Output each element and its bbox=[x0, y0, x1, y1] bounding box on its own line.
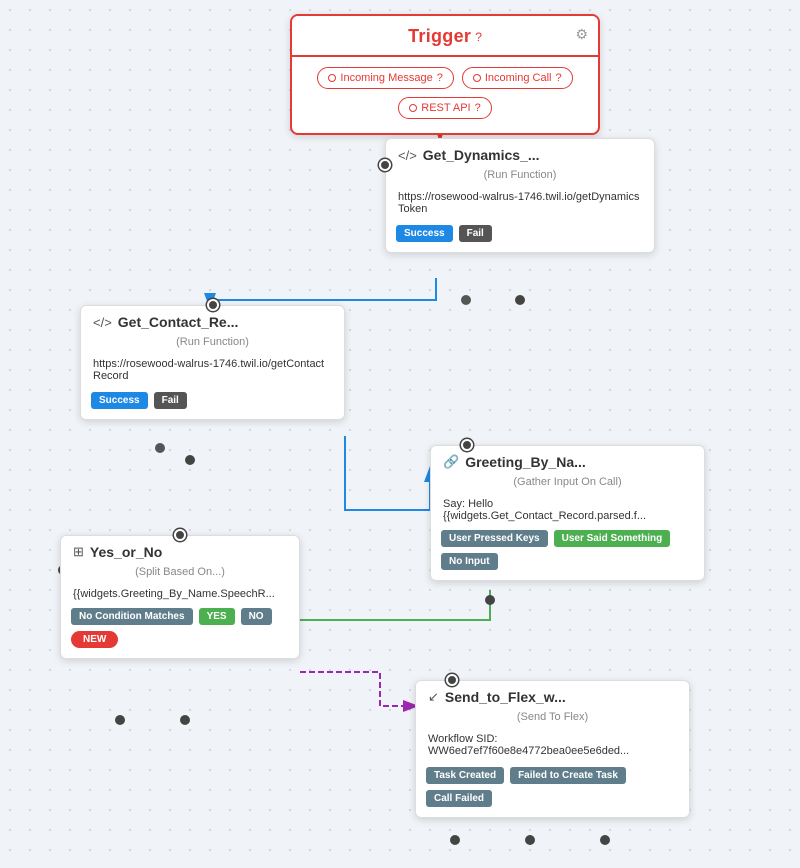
flex-subtitle: (Send To Flex) bbox=[416, 709, 689, 729]
greeting-said-something-badge[interactable]: User Said Something bbox=[554, 530, 671, 547]
trigger-title: Trigger bbox=[408, 26, 471, 47]
greeting-badges: User Pressed Keys User Said Something No… bbox=[431, 530, 704, 580]
greeting-link-icon: 🔗 bbox=[443, 454, 459, 470]
yesno-nocond-badge[interactable]: No Condition Matches bbox=[71, 608, 193, 625]
gear-icon[interactable]: ⚙ bbox=[575, 26, 588, 43]
rest-api-label: REST API bbox=[421, 102, 470, 114]
get-dynamics-title: Get_Dynamics_... bbox=[423, 147, 540, 163]
get-dynamics-node: </> Get_Dynamics_... (Run Function) http… bbox=[385, 138, 655, 253]
get-dynamics-url: https://rosewood-walrus-1746.twil.io/get… bbox=[386, 187, 654, 225]
flex-task-created-badge[interactable]: Task Created bbox=[426, 767, 504, 784]
greeting-say: Say: Hello bbox=[443, 498, 692, 510]
flex-workflow: Workflow SID: WW6ed7ef7f60e8e4772bea0ee5… bbox=[416, 729, 689, 767]
flex-header: ↙ Send_to_Flex_w... bbox=[416, 681, 689, 709]
flex-workflow-label: Workflow SID: bbox=[428, 733, 497, 745]
greeting-no-input-badge[interactable]: No Input bbox=[441, 553, 498, 570]
get-contact-title: Get_Contact_Re... bbox=[118, 314, 239, 330]
rest-api-dot bbox=[409, 104, 417, 112]
get-dynamics-badges: Success Fail bbox=[386, 225, 654, 252]
yesno-split-icon: ⊞ bbox=[73, 544, 84, 560]
get-dynamics-input-dot bbox=[379, 159, 391, 171]
greeting-input-dot bbox=[461, 439, 473, 451]
greeting-content: Say: Hello {{widgets.Get_Contact_Record.… bbox=[431, 494, 704, 530]
flex-title: Send_to_Flex_w... bbox=[445, 689, 566, 705]
get-contact-fail-badge[interactable]: Fail bbox=[154, 392, 187, 409]
greeting-subtitle: (Gather Input On Call) bbox=[431, 474, 704, 494]
yesno-node: ⊞ Yes_or_No (Split Based On...) {{widget… bbox=[60, 535, 300, 659]
yesno-subtitle: (Split Based On...) bbox=[61, 564, 299, 584]
rest-api-btn[interactable]: REST API ? bbox=[398, 97, 491, 119]
flex-call-failed-badge[interactable]: Call Failed bbox=[426, 790, 492, 807]
incoming-message-help: ? bbox=[437, 72, 443, 84]
incoming-call-btn[interactable]: Incoming Call ? bbox=[462, 67, 573, 89]
flex-send-icon: ↙ bbox=[428, 689, 439, 705]
yesno-input-dot bbox=[174, 529, 186, 541]
get-contact-url: https://rosewood-walrus-1746.twil.io/get… bbox=[81, 354, 344, 392]
get-contact-badges: Success Fail bbox=[81, 392, 344, 419]
get-dynamics-fail-badge[interactable]: Fail bbox=[459, 225, 492, 242]
trigger-header: Trigger ? ⚙ bbox=[292, 16, 598, 57]
trigger-node: Trigger ? ⚙ Incoming Message ? Incoming … bbox=[290, 14, 600, 135]
greeting-pressed-keys-badge[interactable]: User Pressed Keys bbox=[441, 530, 548, 547]
yesno-title: Yes_or_No bbox=[90, 544, 162, 560]
rest-api-help: ? bbox=[475, 102, 481, 114]
incoming-message-dot bbox=[328, 74, 336, 82]
greeting-title: Greeting_By_Na... bbox=[465, 454, 586, 470]
greeting-template: {{widgets.Get_Contact_Record.parsed.f... bbox=[443, 510, 692, 522]
incoming-call-label: Incoming Call bbox=[485, 72, 552, 84]
flex-workflow-value: WW6ed7ef7f60e8e4772bea0ee5e6ded... bbox=[428, 745, 629, 757]
get-contact-input-dot bbox=[207, 299, 219, 311]
yesno-new-badge[interactable]: NEW bbox=[71, 631, 118, 648]
get-contact-subtitle: (Run Function) bbox=[81, 334, 344, 354]
flex-input-dot bbox=[446, 674, 458, 686]
get-dynamics-header: </> Get_Dynamics_... bbox=[386, 139, 654, 167]
incoming-message-label: Incoming Message bbox=[340, 72, 432, 84]
yesno-badges: No Condition Matches YES NO NEW bbox=[61, 608, 299, 658]
get-dynamics-success-badge[interactable]: Success bbox=[396, 225, 453, 242]
get-contact-success-badge[interactable]: Success bbox=[91, 392, 148, 409]
get-dynamics-code-icon: </> bbox=[398, 148, 417, 163]
yesno-value: {{widgets.Greeting_By_Name.SpeechR... bbox=[61, 584, 299, 608]
yesno-yes-badge[interactable]: YES bbox=[199, 608, 235, 625]
incoming-call-dot bbox=[473, 74, 481, 82]
incoming-call-help: ? bbox=[555, 72, 561, 84]
flex-fail-create-badge[interactable]: Failed to Create Task bbox=[510, 767, 626, 784]
incoming-message-btn[interactable]: Incoming Message ? bbox=[317, 67, 453, 89]
greeting-node: 🔗 Greeting_By_Na... (Gather Input On Cal… bbox=[430, 445, 705, 581]
yesno-no-badge[interactable]: NO bbox=[241, 608, 272, 625]
greeting-header: 🔗 Greeting_By_Na... bbox=[431, 446, 704, 474]
get-dynamics-subtitle: (Run Function) bbox=[386, 167, 654, 187]
send-flex-node: ↙ Send_to_Flex_w... (Send To Flex) Workf… bbox=[415, 680, 690, 818]
flex-badges: Task Created Failed to Create Task Call … bbox=[416, 767, 689, 817]
get-contact-node: </> Get_Contact_Re... (Run Function) htt… bbox=[80, 305, 345, 420]
trigger-buttons: Incoming Message ? Incoming Call ? REST … bbox=[292, 57, 598, 133]
get-contact-code-icon: </> bbox=[93, 315, 112, 330]
trigger-help-icon: ? bbox=[475, 30, 482, 44]
